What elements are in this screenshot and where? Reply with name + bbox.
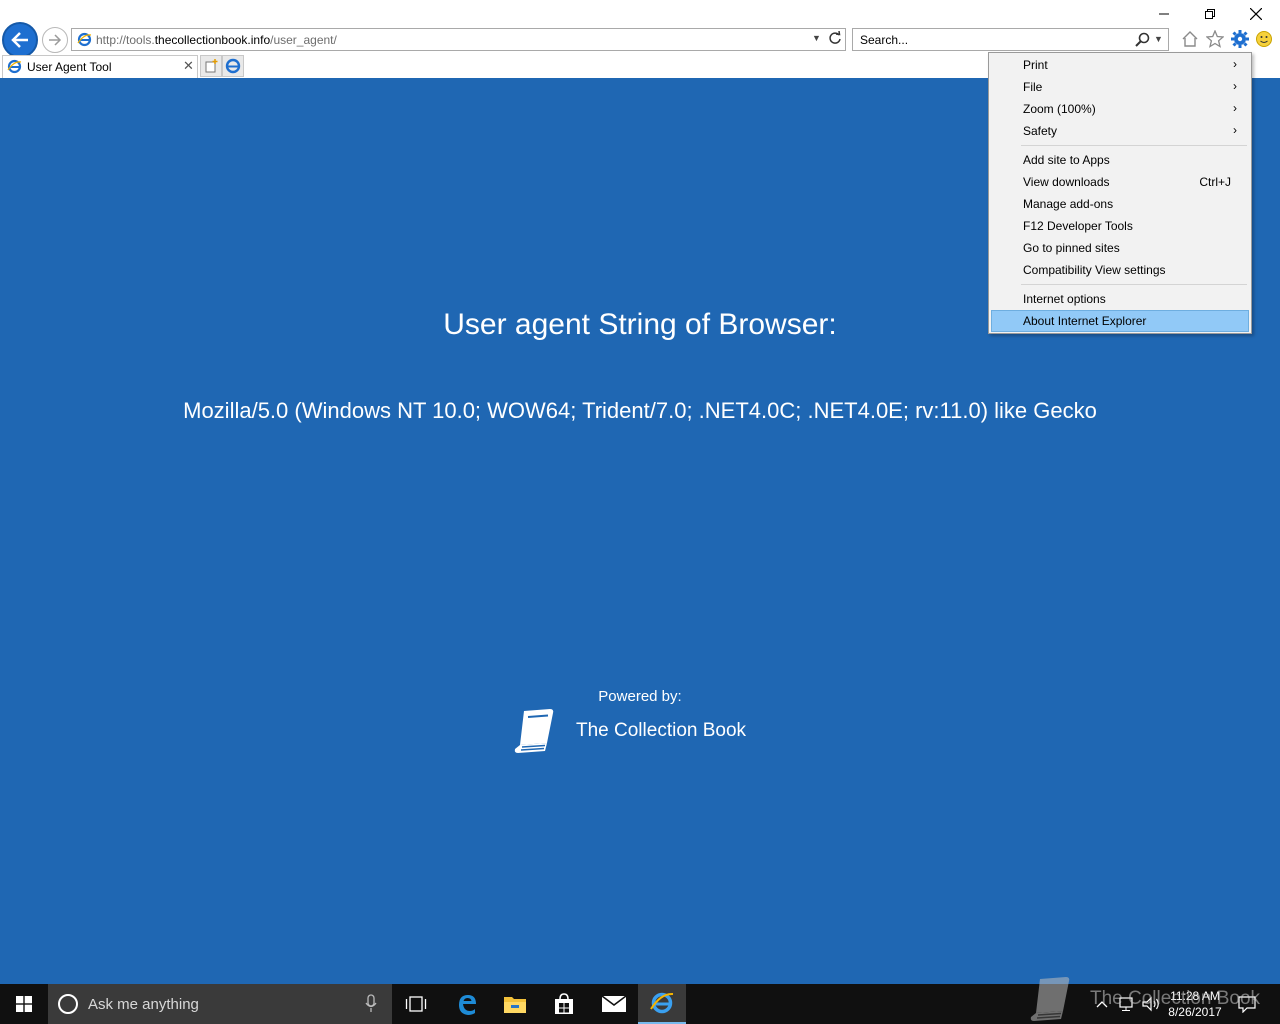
chevron-right-icon: › bbox=[1233, 57, 1237, 71]
menu-separator bbox=[1021, 284, 1247, 285]
brand-name: The Collection Book bbox=[576, 720, 747, 741]
powered-by-label: Powered by: bbox=[598, 688, 682, 705]
search-box[interactable]: Search... ▼ bbox=[852, 28, 1169, 51]
menu-item-manage-addons[interactable]: Manage add-ons bbox=[991, 193, 1249, 215]
minimize-icon bbox=[1159, 13, 1169, 15]
microphone-icon[interactable] bbox=[364, 994, 378, 1019]
url-text: http://tools.thecollectionbook.info/user… bbox=[96, 33, 337, 47]
close-icon bbox=[1250, 8, 1262, 20]
task-view-button[interactable] bbox=[392, 984, 440, 1024]
ie-icon bbox=[77, 32, 92, 52]
open-edge-button[interactable] bbox=[222, 55, 244, 77]
shortcut-label: Ctrl+J bbox=[1199, 175, 1231, 189]
task-view-icon bbox=[405, 996, 427, 1012]
gear-icon bbox=[1231, 30, 1249, 48]
taskbar-edge[interactable] bbox=[443, 984, 491, 1024]
edge-icon bbox=[225, 58, 241, 74]
home-icon bbox=[1182, 31, 1198, 47]
chevron-right-icon: › bbox=[1233, 123, 1237, 137]
search-dropdown-icon[interactable]: ▼ bbox=[1154, 34, 1163, 44]
cortana-search-input[interactable]: Ask me anything bbox=[88, 996, 199, 1013]
search-input[interactable]: Search... bbox=[860, 33, 908, 47]
address-bar[interactable]: http://tools.thecollectionbook.info/user… bbox=[71, 28, 846, 51]
brand-link[interactable]: The Collection Book bbox=[514, 706, 746, 756]
chevron-down-icon[interactable]: ▼ bbox=[812, 33, 821, 43]
home-button[interactable] bbox=[1180, 29, 1200, 49]
menu-item-print[interactable]: Print › bbox=[991, 54, 1249, 76]
menu-separator bbox=[1021, 145, 1247, 146]
restore-button[interactable] bbox=[1187, 0, 1233, 28]
menu-item-f12-developer-tools[interactable]: F12 Developer Tools bbox=[991, 215, 1249, 237]
start-button[interactable] bbox=[0, 984, 48, 1024]
arrow-left-icon bbox=[11, 32, 28, 48]
chevron-right-icon: › bbox=[1233, 79, 1237, 93]
mail-icon bbox=[601, 995, 627, 1012]
tab-user-agent-tool[interactable]: User Agent Tool ✕ bbox=[2, 55, 198, 78]
smiley-icon bbox=[1256, 31, 1272, 47]
forward-button[interactable] bbox=[42, 27, 68, 53]
taskbar-file-explorer[interactable] bbox=[491, 984, 539, 1024]
menu-item-view-downloads[interactable]: View downloads Ctrl+J bbox=[991, 171, 1249, 193]
menu-item-safety[interactable]: Safety › bbox=[991, 120, 1249, 142]
menu-item-zoom[interactable]: Zoom (100%) › bbox=[991, 98, 1249, 120]
cortana-icon bbox=[58, 994, 78, 1014]
new-tab-icon bbox=[205, 59, 218, 73]
arrow-right-icon bbox=[49, 34, 62, 46]
taskbar-store[interactable] bbox=[540, 984, 588, 1024]
tools-menu: Print › File › Zoom (100%) › Safety › Ad… bbox=[988, 52, 1252, 334]
star-icon bbox=[1206, 30, 1224, 48]
feedback-button[interactable] bbox=[1254, 29, 1274, 49]
taskbar-mail[interactable] bbox=[590, 984, 638, 1024]
back-button[interactable] bbox=[2, 22, 38, 58]
menu-item-about-ie[interactable]: About Internet Explorer bbox=[991, 310, 1249, 332]
windows-logo-icon bbox=[16, 996, 32, 1012]
folder-icon bbox=[504, 997, 526, 1013]
tab-label: User Agent Tool bbox=[27, 60, 112, 74]
ie-icon bbox=[7, 59, 22, 79]
menu-item-pinned-sites[interactable]: Go to pinned sites bbox=[991, 237, 1249, 259]
watermark: The Collection Book bbox=[1030, 974, 1280, 1024]
new-tab-button[interactable] bbox=[200, 55, 222, 77]
tools-button[interactable] bbox=[1230, 29, 1250, 49]
close-tab-icon[interactable]: ✕ bbox=[183, 58, 194, 74]
refresh-icon[interactable] bbox=[828, 30, 842, 50]
chevron-right-icon: › bbox=[1233, 101, 1237, 115]
user-agent-string: Mozilla/5.0 (Windows NT 10.0; WOW64; Tri… bbox=[183, 398, 1097, 423]
close-window-button[interactable] bbox=[1233, 0, 1279, 28]
restore-icon bbox=[1205, 9, 1215, 19]
minimize-button[interactable] bbox=[1141, 0, 1187, 28]
menu-item-compatibility-view[interactable]: Compatibility View settings bbox=[991, 259, 1249, 281]
menu-item-internet-options[interactable]: Internet options bbox=[991, 288, 1249, 310]
menu-item-add-site-to-apps[interactable]: Add site to Apps bbox=[991, 149, 1249, 171]
book-icon bbox=[514, 709, 554, 753]
edge-icon bbox=[459, 995, 476, 1015]
ie-icon bbox=[650, 992, 674, 1014]
search-icon[interactable] bbox=[1135, 32, 1150, 52]
favorites-button[interactable] bbox=[1205, 29, 1225, 49]
taskbar-internet-explorer[interactable] bbox=[638, 984, 686, 1024]
cortana-search[interactable]: Ask me anything bbox=[48, 984, 392, 1024]
book-icon bbox=[1030, 977, 1070, 1021]
menu-item-file[interactable]: File › bbox=[991, 76, 1249, 98]
watermark-text: The Collection Book bbox=[1090, 988, 1261, 1009]
store-bag-icon bbox=[555, 993, 573, 1014]
